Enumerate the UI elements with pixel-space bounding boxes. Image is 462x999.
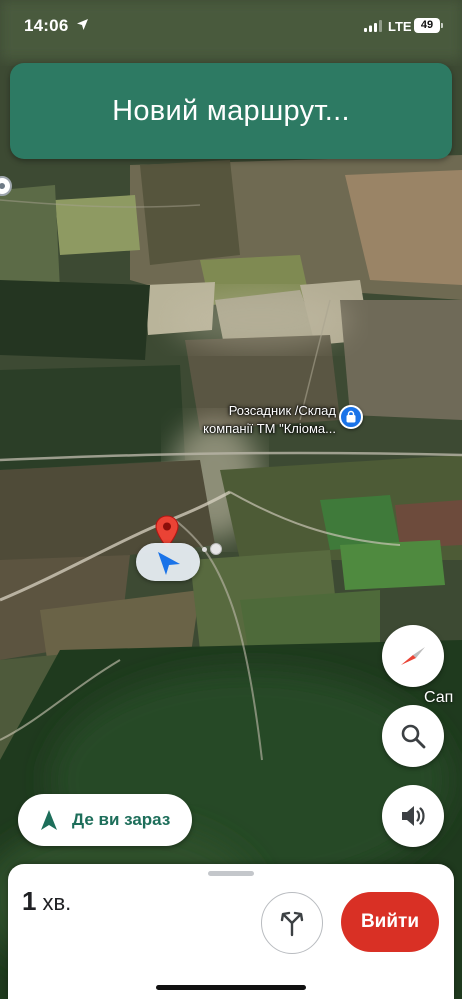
network-type: LTE	[388, 19, 412, 34]
status-bar: 14:06 LTE 49	[0, 0, 462, 52]
current-position-marker	[136, 543, 200, 581]
compass-button[interactable]	[382, 625, 444, 687]
alternate-routes-icon	[280, 911, 304, 937]
place-label-line2: компанії ТМ "Кліома...	[203, 421, 336, 436]
cellular-signal-icon	[364, 20, 382, 32]
sound-button[interactable]	[382, 785, 444, 847]
eta-unit: хв.	[42, 890, 72, 915]
place-label[interactable]: Розсадник /Склад компанії ТМ "Кліома...	[176, 402, 336, 438]
compass-icon	[401, 647, 425, 665]
home-indicator[interactable]	[156, 985, 306, 990]
alternate-routes-button[interactable]	[261, 892, 323, 954]
sheet-drag-handle[interactable]	[208, 871, 254, 876]
where-am-i-button[interactable]: Де ви зараз	[18, 794, 192, 846]
navigation-arrow-icon	[41, 810, 57, 830]
battery-icon: 49	[414, 18, 443, 33]
banner-text: Новий маршрут...	[112, 94, 350, 127]
place-label-line1: Розсадник /Склад	[228, 403, 336, 418]
route-dot	[202, 547, 207, 552]
search-icon	[401, 724, 426, 749]
eta-value: 1	[22, 886, 37, 916]
shopping-bag-icon[interactable]	[339, 405, 363, 429]
location-services-icon	[77, 19, 88, 30]
exit-navigation-button[interactable]: Вийти	[341, 892, 439, 952]
new-route-banner: Новий маршрут...	[10, 63, 452, 159]
speaker-icon	[402, 806, 425, 826]
bottom-sheet[interactable]: 1 хв. Вийти	[8, 864, 454, 999]
battery-level: 49	[420, 19, 434, 31]
eta: 1 хв.	[22, 886, 71, 917]
where-am-i-label: Де ви зараз	[72, 810, 171, 829]
route-dot	[210, 543, 222, 555]
status-time: 14:06	[24, 16, 69, 35]
map-label-partial: Сап	[424, 689, 454, 706]
search-along-route-button[interactable]	[382, 705, 444, 767]
navigation-arrow-icon	[158, 552, 180, 575]
